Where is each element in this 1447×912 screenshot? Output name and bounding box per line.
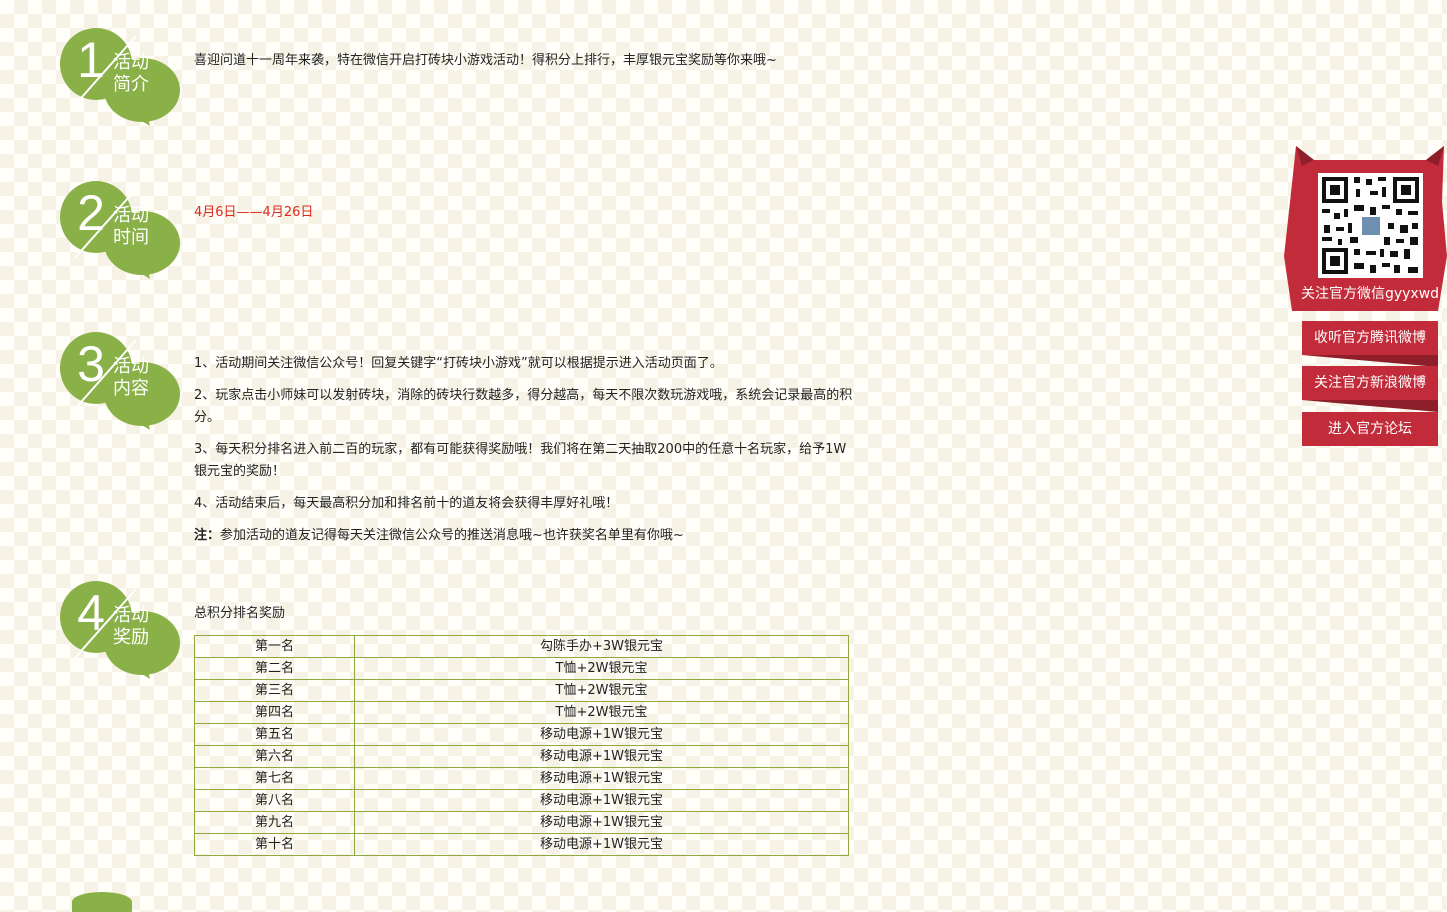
rank-cell: 第三名 — [194, 679, 355, 702]
prize-cell: 勾陈手办+3W银元宝 — [354, 635, 849, 658]
rank-cell: 第一名 — [194, 635, 355, 658]
table-row: 第八名 移动电源+1W银元宝 — [194, 789, 849, 812]
table-row: 第一名 勾陈手办+3W银元宝 — [194, 635, 849, 658]
ribbon-fold-icon — [1302, 400, 1438, 412]
section-badge-time: 2 活动 时间 — [58, 175, 183, 280]
rank-cell: 第二名 — [194, 657, 355, 680]
section-label-line1: 活动 — [113, 52, 149, 73]
tencent-weibo-button[interactable]: 收听官方腾讯微博 — [1302, 321, 1438, 355]
rule-item: 2、玩家点击小师妹可以发射砖块，消除的砖块行数越多，得分越高，每天不限次数玩游戏… — [194, 388, 853, 425]
rank-cell: 第六名 — [194, 745, 355, 768]
rule-note: 注：参加活动的道友记得每天关注微信公众号的推送消息哦~也许获奖名单里有你哦~ — [194, 525, 854, 547]
table-row: 第六名 移动电源+1W银元宝 — [194, 745, 849, 768]
table-row: 第二名 T恤+2W银元宝 — [194, 657, 849, 680]
note-text: 参加活动的道友记得每天关注微信公众号的推送消息哦~也许获奖名单里有你哦~ — [220, 528, 684, 543]
section-label: 活动 奖励 — [108, 605, 154, 649]
table-row: 第五名 移动电源+1W银元宝 — [194, 723, 849, 746]
section-badge-rewards: 4 活动 奖励 — [58, 575, 183, 680]
prize-cell: T恤+2W银元宝 — [354, 701, 849, 724]
section-badge-content: 3 活动 内容 — [58, 326, 183, 431]
section-label: 活动 内容 — [108, 356, 154, 400]
sina-weibo-button[interactable]: 关注官方新浪微博 — [1302, 366, 1438, 400]
rank-cell: 第四名 — [194, 701, 355, 724]
rewards-caption: 总积分排名奖励 — [194, 606, 286, 621]
rank-cell: 第七名 — [194, 767, 355, 790]
forum-button[interactable]: 进入官方论坛 — [1302, 412, 1438, 446]
rule-item: 1、活动期间关注微信公众号！回复关键字“打砖块小游戏”就可以根据提示进入活动页面… — [194, 356, 723, 371]
table-row: 第三名 T恤+2W银元宝 — [194, 679, 849, 702]
section-badge-intro: 1 活动 简介 — [58, 22, 183, 127]
prize-cell: 移动电源+1W银元宝 — [354, 833, 849, 856]
section-label-line2: 时间 — [113, 227, 149, 248]
section-badge-next-partial — [72, 892, 132, 912]
rewards-table: 第一名 勾陈手办+3W银元宝 第二名 T恤+2W银元宝 第三名 T恤+2W银元宝… — [194, 635, 849, 856]
wechat-follow-caption: 关注官方微信gyyxwd — [1300, 286, 1440, 302]
prize-cell: 移动电源+1W银元宝 — [354, 745, 849, 768]
prize-cell: T恤+2W银元宝 — [354, 679, 849, 702]
table-row: 第九名 移动电源+1W银元宝 — [194, 811, 849, 834]
prize-cell: 移动电源+1W银元宝 — [354, 767, 849, 790]
rule-item: 4、活动结束后，每天最高积分加和排名前十的道友将会获得丰厚好礼哦！ — [194, 496, 619, 511]
event-time-text: 4月6日——4月26日 — [194, 205, 314, 220]
section-label-line1: 活动 — [113, 605, 149, 626]
prize-cell: T恤+2W银元宝 — [354, 657, 849, 680]
section-label-line2: 简介 — [113, 74, 149, 95]
section-label: 活动 时间 — [108, 205, 154, 249]
prize-cell: 移动电源+1W银元宝 — [354, 789, 849, 812]
rank-cell: 第十名 — [194, 833, 355, 856]
section-label-line2: 内容 — [113, 378, 149, 399]
prize-cell: 移动电源+1W银元宝 — [354, 723, 849, 746]
section-label: 活动 简介 — [108, 52, 154, 96]
wechat-qr-code — [1318, 173, 1423, 278]
table-row: 第七名 移动电源+1W银元宝 — [194, 767, 849, 790]
content-rules: 1、活动期间关注微信公众号！回复关键字“打砖块小游戏”就可以根据提示进入活动页面… — [194, 353, 854, 557]
intro-text: 喜迎问道十一周年来袭，特在微信开启打砖块小游戏活动！得积分上排行，丰厚银元宝奖励… — [194, 53, 777, 68]
rank-cell: 第八名 — [194, 789, 355, 812]
prize-cell: 移动电源+1W银元宝 — [354, 811, 849, 834]
rule-item: 3、每天积分排名进入前二百的玩家，都有可能获得奖励哦！我们将在第二天抽取200中… — [194, 442, 847, 479]
rank-cell: 第九名 — [194, 811, 355, 834]
section-label-line1: 活动 — [113, 205, 149, 226]
qr-code-icon — [1318, 173, 1423, 278]
table-row: 第十名 移动电源+1W银元宝 — [194, 833, 849, 856]
rank-cell: 第五名 — [194, 723, 355, 746]
section-label-line1: 活动 — [113, 356, 149, 377]
note-label: 注： — [194, 528, 221, 543]
section-label-line2: 奖励 — [113, 627, 149, 648]
table-row: 第四名 T恤+2W银元宝 — [194, 701, 849, 724]
